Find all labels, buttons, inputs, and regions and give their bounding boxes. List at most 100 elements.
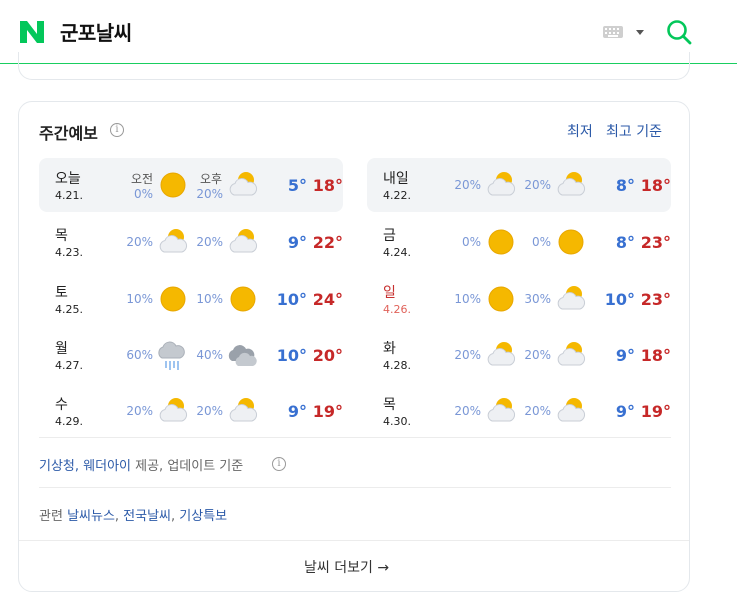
more-weather-bar[interactable]: 날씨 더보기 → [19,540,689,592]
am-precip: 0% [133,187,153,201]
low-temp: 9° [615,346,635,365]
forecast-day: 일 [383,285,396,301]
forecast-date: 4.24. [383,246,411,259]
more-weather-button[interactable]: 날씨 더보기 → [304,557,389,577]
forecast-day: 오늘 [55,171,81,187]
forecast-row[interactable]: 화 4.28. 20% 20% 9° 18° [367,328,671,382]
more-weather-label: 날씨 더보기 [304,560,373,576]
forecast-day: 목 [383,397,396,413]
pm-precip: 20% [196,404,223,418]
partly-cloudy-icon [229,398,258,422]
am-precip: 60% [126,348,153,362]
keyboard-icon[interactable] [603,26,623,38]
forecast-row[interactable]: 토 4.25. 10% 10% 10° 24° [39,272,343,326]
rain-icon [158,341,185,370]
sun-icon [230,286,256,312]
sun-icon [558,229,584,255]
pm-precip: 40% [196,348,223,362]
high-temp: 18° [640,346,671,365]
data-source: 기상청, 웨더아이 제공, 업데이트 기준 [39,455,243,474]
partly-cloudy-icon [229,229,258,253]
forecast-date: 4.27. [55,359,83,372]
am-precip: 20% [126,235,153,249]
am-precip: 10% [454,292,481,306]
weekly-forecast-card: 주간예보 i 최저 최고 기준 오늘 4.21. 오전 오후 0% 20% 5° 18° 내일 4… [18,101,690,592]
divider [39,437,671,438]
high-temp: 19° [640,402,671,421]
sun-icon [160,172,186,198]
source-kma-link[interactable]: 기상청 [39,459,75,474]
forecast-row[interactable]: 목 4.23. 20% 20% 9° 22° [39,215,343,269]
forecast-row[interactable]: 금 4.24. 0% 0% 8° 23° [367,215,671,269]
forecast-date: 4.22. [383,189,411,202]
previous-card-edge [18,52,690,80]
pm-precip: 20% [524,178,551,192]
low-temp: 9° [287,402,307,421]
pm-precip: 20% [196,235,223,249]
search-query[interactable]: 군포날씨 [60,17,132,46]
partly-cloudy-icon [487,172,516,196]
partly-cloudy-icon [159,398,188,422]
high-temp: 18° [312,176,343,195]
forecast-row[interactable]: 오늘 4.21. 오전 오후 0% 20% 5° 18° [39,158,343,212]
high-temp: 18° [640,176,671,195]
chevron-down-icon[interactable] [636,30,644,35]
forecast-row[interactable]: 내일 4.22. 20% 20% 8° 18° [367,158,671,212]
pm-precip: 0% [531,235,551,249]
forecast-day: 화 [383,341,396,357]
source-weatheri-link[interactable]: 웨더아이 [83,459,131,474]
partly-cloudy-icon [159,229,188,253]
forecast-date: 4.30. [383,415,411,428]
related-label: 관련 [39,509,63,524]
forecast-row[interactable]: 목 4.30. 20% 20% 9° 19° [367,384,671,438]
forecast-day: 토 [55,285,68,301]
pm-precip: 10% [196,292,223,306]
low-temp: 8° [615,233,635,252]
forecast-date: 4.29. [55,415,83,428]
high-temp: 23° [640,233,671,252]
high-temp: 19° [312,402,343,421]
high-temp: 22° [312,233,343,252]
pm-precip: 30% [524,292,551,306]
partly-cloudy-icon [557,172,586,196]
naver-logo-icon[interactable] [20,21,44,43]
forecast-day: 금 [383,228,396,244]
partly-cloudy-icon [557,398,586,422]
high-temp: 24° [312,290,343,309]
forecast-day: 월 [55,341,68,357]
sun-icon [160,286,186,312]
update-info-icon[interactable]: i [272,457,286,471]
related-link-news[interactable]: 날씨뉴스 [67,509,115,524]
pm-precip: 20% [524,348,551,362]
arrow-right-icon: → [377,560,390,576]
forecast-date: 4.25. [55,303,83,316]
source-separator: , [74,459,84,474]
am-label: 오전 [131,172,154,186]
partly-cloudy-icon [487,342,516,366]
low-temp: 10° [276,346,307,365]
forecast-date: 4.28. [383,359,411,372]
forecast-date: 4.23. [55,246,83,259]
low-temp: 10° [276,290,307,309]
am-precip: 20% [126,404,153,418]
sort-low-button[interactable]: 최저 [567,121,593,141]
low-temp: 5° [287,176,307,195]
pm-label: 오후 [200,172,223,186]
sort-high-button[interactable]: 최고 기준 [606,121,662,141]
source-text: 제공, 업데이트 기준 [131,459,244,474]
pm-precip: 20% [196,187,223,201]
forecast-row[interactable]: 일 4.26. 10% 30% 10° 23° [367,272,671,326]
partly-cloudy-icon [487,398,516,422]
partly-cloudy-icon [229,172,258,196]
partly-cloudy-icon [557,342,586,366]
related-link-national[interactable]: 전국날씨 [123,509,171,524]
am-precip: 20% [454,178,481,192]
partly-cloudy-icon [557,286,586,310]
forecast-row[interactable]: 수 4.29. 20% 20% 9° 19° [39,384,343,438]
forecast-day: 내일 [383,171,409,187]
search-icon[interactable] [666,19,692,45]
forecast-row[interactable]: 월 4.27. 60% 40% 10° 20° [39,328,343,382]
info-icon[interactable]: i [110,123,124,137]
related-link-warnings[interactable]: 기상특보 [179,509,227,524]
sun-icon [488,286,514,312]
